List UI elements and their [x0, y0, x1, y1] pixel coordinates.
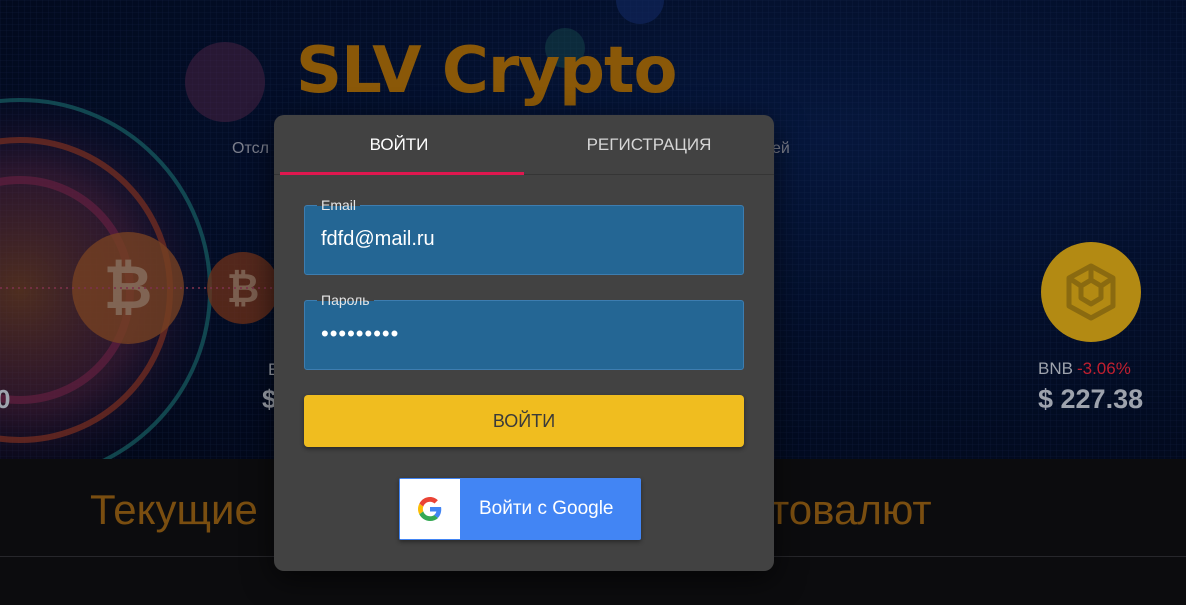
- hero-subtitle-end: ей: [772, 140, 790, 157]
- email-input[interactable]: fdfd@mail.ru: [321, 228, 435, 251]
- section-heading-end: товалют: [770, 486, 932, 533]
- active-tab-indicator: [280, 172, 524, 175]
- google-login-label: Войти с Google: [479, 498, 614, 519]
- page-title: SLV Crypto: [296, 34, 677, 108]
- login-button[interactable]: ВОЙТИ: [304, 395, 744, 447]
- password-field[interactable]: Пароль •••••••••: [304, 291, 744, 370]
- bnb-icon: [1041, 242, 1141, 342]
- section-heading-start: Текущие: [90, 486, 258, 533]
- page: ₿ ₿ SLV Crypto Отсл ей 0 E $: [0, 0, 1186, 605]
- bnb-ticker: BNB -3.06%: [1038, 359, 1131, 379]
- coin-price-left: 0: [0, 384, 11, 414]
- password-input[interactable]: •••••••••: [321, 321, 399, 347]
- auth-modal: ВОЙТИ РЕГИСТРАЦИЯ Email fdfd@mail.ru Пар…: [274, 115, 774, 571]
- email-field[interactable]: Email fdfd@mail.ru: [304, 196, 744, 275]
- email-label: Email: [317, 196, 361, 214]
- password-label: Пароль: [317, 291, 374, 309]
- tab-register[interactable]: РЕГИСТРАЦИЯ: [524, 115, 774, 175]
- auth-tabs: ВОЙТИ РЕГИСТРАЦИЯ: [274, 115, 774, 175]
- bnb-price: $ 227.38: [1038, 384, 1144, 414]
- google-icon: [400, 479, 460, 539]
- bnb-name: BNB: [1038, 359, 1073, 378]
- hero-subtitle: Отсл: [232, 140, 269, 157]
- google-login-button[interactable]: Войти с Google: [399, 478, 641, 540]
- bnb-change: -3.06%: [1076, 359, 1131, 378]
- tab-login[interactable]: ВОЙТИ: [274, 115, 524, 175]
